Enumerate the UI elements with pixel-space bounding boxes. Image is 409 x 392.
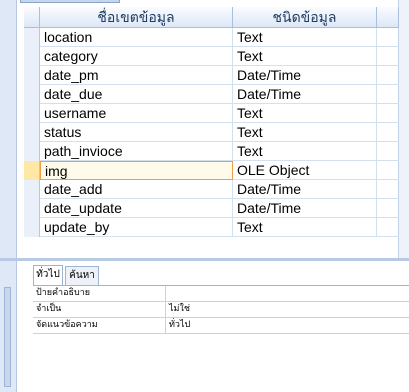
- field-row[interactable]: date_pm Date/Time: [24, 66, 399, 85]
- row-selector[interactable]: [24, 66, 40, 85]
- field-name-column-header[interactable]: ชื่อเขตข้อมูล: [40, 7, 233, 28]
- row-selector[interactable]: [24, 123, 40, 142]
- description-cell[interactable]: [377, 47, 399, 66]
- description-cell[interactable]: [377, 199, 399, 218]
- row-selector[interactable]: [24, 47, 40, 66]
- data-type-cell[interactable]: Date/Time: [233, 66, 377, 85]
- data-type-cell[interactable]: Text: [233, 28, 377, 47]
- description-column-header[interactable]: [377, 7, 399, 28]
- field-rows: location Text category Text date_pm Date/Time…: [24, 28, 399, 237]
- field-name-cell[interactable]: status: [40, 123, 233, 142]
- data-type-cell[interactable]: OLE Object: [233, 161, 377, 180]
- field-row[interactable]: date_update Date/Time: [24, 199, 399, 218]
- description-cell[interactable]: [377, 180, 399, 199]
- data-type-cell[interactable]: Date/Time: [233, 199, 377, 218]
- row-selector[interactable]: [24, 180, 40, 199]
- row-selector[interactable]: [24, 161, 40, 180]
- field-name-cell[interactable]: date_update: [40, 199, 233, 218]
- properties-scroll-thumb[interactable]: [4, 287, 11, 387]
- field-row[interactable]: status Text: [24, 123, 399, 142]
- tab-general[interactable]: ทั่วไป: [33, 265, 63, 285]
- table-tab[interactable]: [20, 0, 120, 3]
- description-cell[interactable]: [377, 142, 399, 161]
- property-row-required[interactable]: จำเป็น ไม่ใช่: [33, 302, 409, 318]
- row-selector[interactable]: [24, 218, 40, 237]
- row-selector[interactable]: [24, 85, 40, 104]
- description-cell[interactable]: [377, 28, 399, 47]
- field-properties-pane: ทั่วไป ค้นหา ป้ายคำอธิบาย จำเป็น ไม่ใช่ …: [0, 261, 409, 392]
- property-row-caption[interactable]: ป้ายคำอธิบาย: [33, 286, 409, 302]
- field-row[interactable]: date_add Date/Time: [24, 180, 399, 199]
- row-selector[interactable]: [24, 199, 40, 218]
- row-selector[interactable]: [24, 28, 40, 47]
- field-name-cell[interactable]: category: [40, 47, 233, 66]
- data-type-cell[interactable]: Text: [233, 104, 377, 123]
- row-selector[interactable]: [24, 104, 40, 123]
- description-cell[interactable]: [377, 123, 399, 142]
- property-row-text-align[interactable]: จัดแนวข้อความ ทั่วไป: [33, 318, 409, 334]
- navigation-pane-edge: [0, 0, 17, 258]
- field-name-cell[interactable]: img: [40, 161, 233, 180]
- data-type-cell[interactable]: Text: [233, 142, 377, 161]
- description-cell[interactable]: [377, 161, 399, 180]
- property-value[interactable]: ทั่วไป: [166, 318, 409, 334]
- description-cell[interactable]: [377, 104, 399, 123]
- field-name-cell[interactable]: date_pm: [40, 66, 233, 85]
- data-type-cell[interactable]: Text: [233, 47, 377, 66]
- field-name-cell[interactable]: path_invioce: [40, 142, 233, 161]
- description-cell[interactable]: [377, 85, 399, 104]
- row-selector[interactable]: [24, 142, 40, 161]
- field-row[interactable]: path_invioce Text: [24, 142, 399, 161]
- vertical-scrollbar[interactable]: [398, 0, 409, 258]
- property-value[interactable]: ไม่ใช่: [166, 302, 409, 318]
- tab-lookup[interactable]: ค้นหา: [65, 266, 99, 285]
- description-cell[interactable]: [377, 66, 399, 85]
- field-row[interactable]: location Text: [24, 28, 399, 47]
- data-type-cell[interactable]: Date/Time: [233, 85, 377, 104]
- property-value[interactable]: [166, 286, 409, 302]
- properties-table: ป้ายคำอธิบาย จำเป็น ไม่ใช่ จัดแนวข้อความ…: [33, 285, 409, 334]
- properties-left-strip: [0, 261, 17, 392]
- property-label: จัดแนวข้อความ: [33, 318, 166, 334]
- field-name-cell[interactable]: location: [40, 28, 233, 47]
- field-name-cell[interactable]: date_add: [40, 180, 233, 199]
- data-type-cell[interactable]: Text: [233, 218, 377, 237]
- field-name-cell[interactable]: date_due: [40, 85, 233, 104]
- data-type-cell[interactable]: Date/Time: [233, 180, 377, 199]
- field-name-cell[interactable]: username: [40, 104, 233, 123]
- table-design-grid: ชื่อเขตข้อมูล ชนิดข้อมูล location Text cat…: [0, 0, 409, 258]
- field-row[interactable]: category Text: [24, 47, 399, 66]
- field-name-cell[interactable]: update_by: [40, 218, 233, 237]
- row-selector-header[interactable]: [24, 7, 40, 28]
- description-cell[interactable]: [377, 218, 399, 237]
- data-type-column-header[interactable]: ชนิดข้อมูล: [233, 7, 377, 28]
- property-label: ป้ายคำอธิบาย: [33, 286, 166, 302]
- data-type-cell[interactable]: Text: [233, 123, 377, 142]
- field-row[interactable]: username Text: [24, 104, 399, 123]
- field-row[interactable]: date_due Date/Time: [24, 85, 399, 104]
- property-label: จำเป็น: [33, 302, 166, 318]
- field-row[interactable]: img OLE Object: [24, 161, 399, 180]
- field-row[interactable]: update_by Text: [24, 218, 399, 237]
